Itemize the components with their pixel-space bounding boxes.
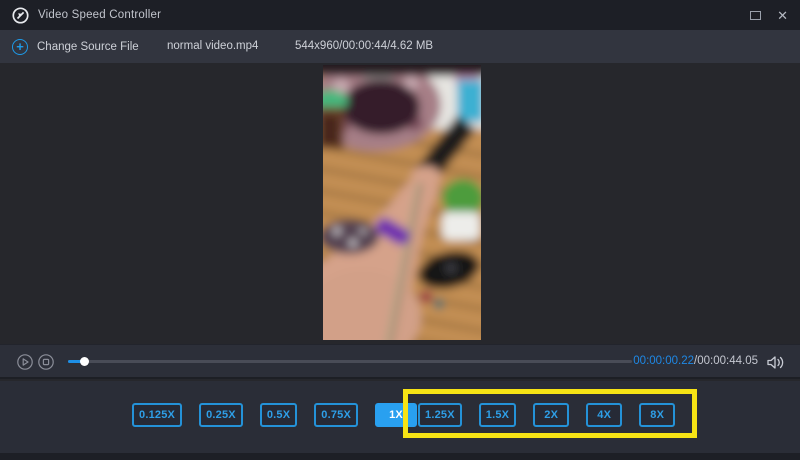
speed-panel: 0.125X 0.25X 0.5X 0.75X 1X 1.25X 1.5X 2X…: [0, 381, 800, 453]
volume-icon[interactable]: [766, 354, 785, 371]
highlight-annotation-box: 1.25X 1.5X 2X 4X 8X: [403, 389, 697, 438]
speed-button-4x[interactable]: 4X: [586, 403, 622, 427]
loaded-filename: normal video.mp4: [167, 40, 258, 52]
video-frame: [323, 65, 481, 340]
playback-bar: 00:00:00.22/00:00:44.05: [0, 344, 800, 379]
speed-button-15x[interactable]: 1.5X: [479, 403, 516, 427]
maximize-icon[interactable]: [750, 11, 761, 20]
speed-button-075x[interactable]: 0.75X: [314, 403, 358, 427]
progress-slider[interactable]: [68, 360, 632, 363]
app-logo-icon: [12, 7, 29, 24]
progress-thumb[interactable]: [80, 357, 89, 366]
file-info: 544x960/00:00:44/4.62 MB: [295, 40, 433, 52]
window-controls: ✕: [750, 9, 788, 22]
change-source-label: Change Source File: [37, 41, 139, 53]
change-source-button[interactable]: + Change Source File: [12, 30, 139, 63]
speed-button-125x[interactable]: 1.25X: [418, 403, 462, 427]
speed-button-05x[interactable]: 0.5X: [260, 403, 297, 427]
play-icon[interactable]: [17, 354, 33, 370]
speed-button-8x[interactable]: 8X: [639, 403, 675, 427]
close-icon[interactable]: ✕: [777, 9, 788, 22]
total-time: /00:00:44.05: [694, 355, 758, 367]
time-display: 00:00:00.22/00:00:44.05: [633, 355, 758, 367]
speed-buttons-row: 0.125X 0.25X 0.5X 0.75X 1X: [132, 403, 417, 427]
video-stage: [0, 63, 800, 344]
video-preview-image: [323, 65, 481, 340]
bottom-strip: [0, 453, 800, 460]
app-window: Video Speed Controller ✕ + Change Source…: [0, 0, 800, 460]
speed-button-0125x[interactable]: 0.125X: [132, 403, 182, 427]
current-time: 00:00:00.22: [633, 355, 694, 367]
plus-icon: +: [12, 39, 28, 55]
toolbar: + Change Source File normal video.mp4 54…: [0, 30, 800, 63]
stop-icon[interactable]: [38, 354, 54, 370]
window-title: Video Speed Controller: [38, 9, 161, 21]
speed-button-025x[interactable]: 0.25X: [199, 403, 243, 427]
speed-button-2x[interactable]: 2X: [533, 403, 569, 427]
window-titlebar: Video Speed Controller ✕: [0, 0, 800, 30]
